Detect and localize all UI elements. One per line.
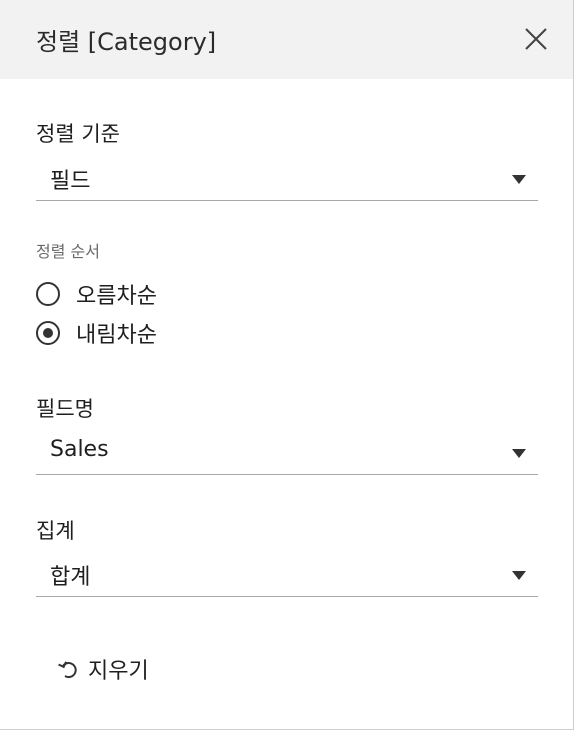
sort-order-label: 정렬 순서 [36, 242, 100, 261]
aggregation-select[interactable]: 합계 [36, 553, 538, 597]
clear-button-label: 지우기 [88, 659, 149, 684]
aggregation-value: 합계 [50, 565, 91, 590]
sort-by-value: 필드 [50, 169, 91, 194]
dialog-title: 정렬 [Category] [36, 28, 217, 56]
reset-icon [58, 661, 77, 679]
radio-descending-label: 내림차순 [76, 323, 157, 348]
field-name-select[interactable]: Sales [36, 431, 538, 475]
field-name-value: Sales [50, 437, 109, 462]
dialog-header: 정렬 [Category] [0, 0, 573, 79]
aggregation-label: 집계 [36, 519, 75, 543]
radio-ascending[interactable]: 오름차순 [36, 279, 157, 309]
dropdown-arrow-icon [512, 571, 526, 580]
sort-by-select[interactable]: 필드 [36, 157, 538, 201]
radio-checked-icon [36, 321, 60, 345]
dropdown-arrow-icon [512, 449, 526, 458]
radio-descending[interactable]: 내림차순 [36, 318, 157, 348]
close-button[interactable] [521, 24, 551, 54]
clear-button[interactable]: 지우기 [56, 652, 149, 686]
sort-dialog: 정렬 [Category] 정렬 기준 필드 정렬 순서 오름차순 내림차순 필… [0, 0, 574, 730]
sort-by-label: 정렬 기준 [36, 122, 120, 146]
radio-circle-icon [36, 282, 60, 306]
radio-ascending-label: 오름차순 [76, 284, 157, 309]
dropdown-arrow-icon [512, 175, 526, 184]
field-name-label: 필드명 [36, 397, 94, 421]
close-icon [525, 28, 547, 50]
